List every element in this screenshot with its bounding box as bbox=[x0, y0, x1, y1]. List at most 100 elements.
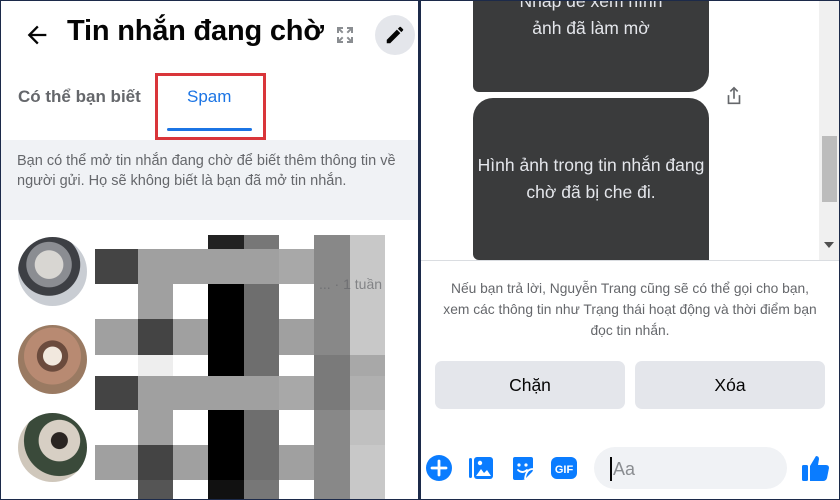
scrollbar-thumb[interactable] bbox=[822, 136, 837, 202]
pixelation-tile bbox=[279, 410, 314, 445]
text-cursor bbox=[610, 457, 612, 481]
hidden-image-message[interactable]: Hình ảnh trong tin nhắn đang chờ đã bị c… bbox=[473, 98, 709, 260]
pixelation-tile bbox=[95, 361, 138, 376]
pixelation-tile bbox=[244, 376, 279, 410]
scroll-down-arrow-icon[interactable] bbox=[824, 242, 834, 248]
conversation-list: ... · 1 tuần bbox=[1, 220, 418, 499]
message-input-placeholder: Aa bbox=[613, 459, 636, 479]
avatar-woman-photo bbox=[18, 325, 87, 394]
pixelation-tile bbox=[95, 249, 138, 284]
message-composer: GIF Aa bbox=[421, 441, 839, 499]
pixelation-tile bbox=[138, 235, 173, 249]
back-button[interactable] bbox=[23, 21, 51, 49]
avatar[interactable] bbox=[18, 413, 87, 482]
pixelation-tile bbox=[95, 445, 138, 480]
pixelation-tile bbox=[173, 376, 208, 410]
sticker-button[interactable] bbox=[509, 454, 537, 482]
pixelation-tile bbox=[95, 410, 138, 445]
pixelation-tile bbox=[173, 249, 208, 284]
pixelation-tile bbox=[95, 376, 138, 410]
gif-button[interactable]: GIF bbox=[550, 454, 578, 482]
pixelation-tile bbox=[314, 235, 350, 249]
expand-icon bbox=[337, 27, 353, 43]
pixelation-tile bbox=[138, 376, 173, 410]
pixelation-tile bbox=[138, 284, 173, 319]
tab-bar: Có thể bạn biết Spam bbox=[1, 73, 418, 140]
pixelation-tile bbox=[244, 480, 279, 499]
pixelation-tile bbox=[350, 361, 385, 376]
pixelation-tile bbox=[350, 410, 385, 445]
message-input[interactable]: Aa bbox=[594, 447, 787, 489]
pixelation-tile bbox=[279, 361, 314, 376]
avatar-piano-photo bbox=[18, 413, 87, 482]
pixelation-tile bbox=[314, 480, 350, 499]
pixelation-tile bbox=[173, 235, 208, 249]
pixelation-tile bbox=[279, 249, 314, 284]
conversation-timestamp: ... · 1 tuần bbox=[319, 276, 383, 292]
reply-notice-text: Nếu bạn trả lời, Nguyễn Trang cũng sẽ có… bbox=[443, 281, 817, 338]
pixelation-tile bbox=[208, 480, 244, 499]
pixelation-tile bbox=[279, 445, 314, 480]
share-icon bbox=[727, 86, 741, 105]
pixelation-tile bbox=[244, 361, 279, 376]
attach-photo-button[interactable] bbox=[467, 454, 495, 482]
pixelated-conversation-previews[interactable] bbox=[95, 235, 385, 499]
pixelation-tile bbox=[244, 284, 279, 319]
avatar[interactable] bbox=[18, 237, 87, 306]
pixelation-tile bbox=[208, 319, 244, 355]
gif-label: GIF bbox=[555, 464, 574, 476]
message-thread: Nhấp để xem hình ảnh đã làm mờ Hình ảnh … bbox=[421, 1, 839, 260]
pixelation-tile bbox=[208, 284, 244, 319]
tab-spam[interactable]: Spam bbox=[187, 87, 231, 107]
pixelation-tile bbox=[173, 361, 208, 376]
pixelation-tile bbox=[350, 235, 385, 249]
pixelation-tile bbox=[279, 376, 314, 410]
block-button[interactable]: Chặn bbox=[435, 361, 625, 409]
plus-circle-icon bbox=[426, 455, 452, 481]
share-button[interactable] bbox=[723, 85, 745, 107]
pixelation-tile bbox=[138, 249, 173, 284]
new-message-button[interactable] bbox=[375, 15, 415, 55]
send-like-button[interactable] bbox=[801, 453, 831, 483]
arrow-left-icon bbox=[27, 25, 47, 45]
sticker-icon bbox=[513, 457, 534, 480]
more-actions-button[interactable] bbox=[425, 454, 453, 482]
scrollbar[interactable] bbox=[819, 1, 839, 260]
pixelation-tile bbox=[95, 480, 138, 499]
pixelation-tile bbox=[350, 376, 385, 410]
pixelation-tile bbox=[138, 361, 173, 376]
pixelation-tile bbox=[314, 410, 350, 445]
pixelation-tile bbox=[173, 284, 208, 319]
pixelation-tile bbox=[208, 249, 244, 284]
expand-button[interactable] bbox=[335, 25, 355, 45]
pixelation-tile bbox=[173, 410, 208, 445]
pixelation-tile bbox=[95, 319, 138, 355]
pixelation-tile bbox=[208, 410, 244, 445]
info-notice: Bạn có thể mở tin nhắn đang chờ để biết … bbox=[1, 140, 418, 220]
message-text-line: Nhấp để xem hình bbox=[519, 1, 663, 11]
pixelation-tile bbox=[173, 480, 208, 499]
pixelation-tile bbox=[279, 319, 314, 355]
active-tab-indicator bbox=[167, 128, 252, 131]
tab-you-may-know[interactable]: Có thể bạn biết bbox=[18, 87, 141, 107]
pixelation-tile bbox=[244, 319, 279, 355]
pixelation-tile bbox=[244, 445, 279, 480]
blurred-image-message[interactable]: Nhấp để xem hình ảnh đã làm mờ bbox=[473, 1, 709, 92]
pixelation-tile bbox=[279, 480, 314, 499]
avatar[interactable] bbox=[18, 325, 87, 394]
pixelation-tile bbox=[314, 319, 350, 355]
thumbs-up-icon bbox=[802, 456, 829, 481]
pixelation-tile bbox=[314, 445, 350, 480]
pixelation-tile bbox=[95, 235, 138, 249]
pixelation-tile bbox=[138, 319, 173, 355]
avatar-man-photo bbox=[18, 237, 87, 306]
pixelation-tile bbox=[350, 480, 385, 499]
pixelation-tile bbox=[95, 284, 138, 319]
delete-button[interactable]: Xóa bbox=[635, 361, 825, 409]
gif-icon: GIF bbox=[551, 457, 577, 479]
page-title: Tin nhắn đang chờ bbox=[67, 15, 324, 47]
pixelation-tile bbox=[244, 410, 279, 445]
pixelation-tile bbox=[314, 361, 350, 376]
pixelation-tile bbox=[244, 249, 279, 284]
message-text-line: ảnh đã làm mờ bbox=[532, 18, 650, 38]
